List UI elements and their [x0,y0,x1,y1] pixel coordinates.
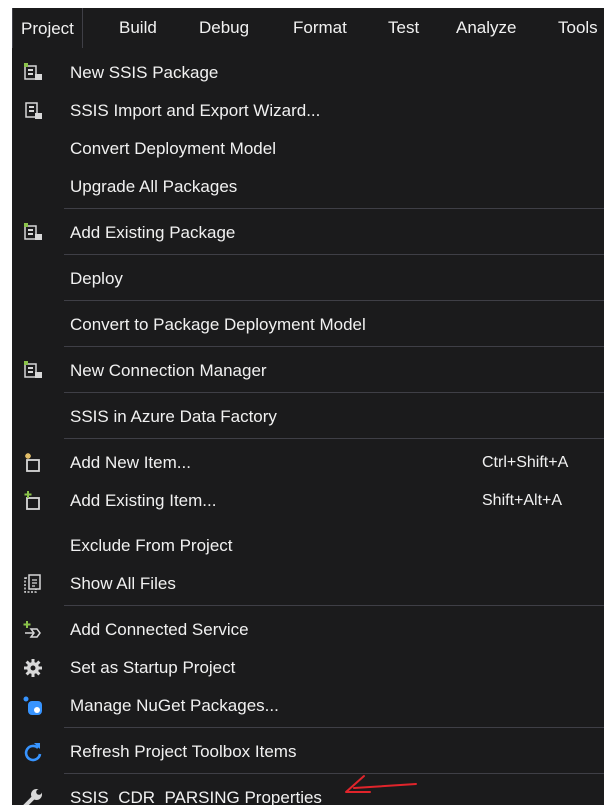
menu-item-label: Refresh Project Toolbox Items [70,742,297,761]
menu-item-deploy[interactable]: Deploy [12,262,604,296]
annotation-arrow [345,775,417,793]
menu-separator [64,208,604,209]
menu-item-new-connection-manager[interactable]: New Connection Manager [12,354,604,388]
menu-separator [64,254,604,255]
menu-separator [64,346,604,347]
menu-item-label: Manage NuGet Packages... [70,696,279,715]
menu-debug[interactable]: Debug [199,8,249,48]
show-all-files-icon [24,574,41,593]
menu-item-ssis-in-azure-data-factory[interactable]: SSIS in Azure Data Factory [12,400,604,434]
menu-item-label: SSIS in Azure Data Factory [70,407,277,426]
menu-item-label: Set as Startup Project [70,658,236,677]
menu-separator [64,392,604,393]
menu-item-add-existing-package[interactable]: Add Existing Package [12,216,604,250]
connection-manager-icon [24,361,42,378]
ssis-package-icon [24,63,42,80]
visual-studio-window: Project Build Debug Format Test Analyze … [12,8,604,805]
menu-item-label: SSIS_CDR_PARSING Properties [70,788,322,805]
nuget-icon [23,696,42,715]
menu-separator [64,605,604,606]
menu-item-convert-to-package-deployment-model[interactable]: Convert to Package Deployment Model [12,308,604,342]
menu-separator [64,438,604,439]
menu-item-manage-nuget-packages[interactable]: Manage NuGet Packages... [12,689,604,723]
menu-separator [64,727,604,728]
menu-item-shortcut: Ctrl+Shift+A [482,454,569,471]
menu-item-label: SSIS Import and Export Wizard... [70,101,321,120]
menu-item-convert-deployment-model[interactable]: Convert Deployment Model [12,132,604,166]
menu-item-exclude-from-project[interactable]: Exclude From Project [12,529,604,563]
menu-item-label: Deploy [70,269,123,288]
menu-item-add-existing-item[interactable]: Add Existing Item... Shift+Alt+A [12,484,604,518]
menu-item-label: New SSIS Package [70,63,219,82]
menu-tools[interactable]: Tools [558,8,598,48]
menu-item-label: New Connection Manager [70,361,267,380]
menu-item-label: Exclude From Project [70,536,233,555]
menu-item-label: Add Existing Package [70,223,236,242]
menu-item-project-properties[interactable]: SSIS_CDR_PARSING Properties [12,781,604,805]
wrench-icon [23,789,42,805]
menu-item-add-new-item[interactable]: Add New Item... Ctrl+Shift+A [12,446,604,480]
menu-item-label: Add New Item... [70,453,191,472]
menu-separator [64,300,604,301]
menu-item-refresh-project-toolbox-items[interactable]: Refresh Project Toolbox Items [12,735,604,769]
connected-service-icon [23,621,41,638]
menu-item-new-ssis-package[interactable]: New SSIS Package [12,56,604,90]
menu-item-upgrade-all-packages[interactable]: Upgrade All Packages [12,170,604,204]
menu-item-set-as-startup-project[interactable]: Set as Startup Project [12,651,604,685]
menu-item-label: Convert to Package Deployment Model [70,315,366,334]
menu-item-ssis-import-export-wizard[interactable]: SSIS Import and Export Wizard... [12,94,604,128]
menu-analyze[interactable]: Analyze [456,8,516,48]
menu-item-add-connected-service[interactable]: Add Connected Service [12,613,604,647]
menu-format[interactable]: Format [293,8,347,48]
menu-item-label: Show All Files [70,574,176,593]
project-menu-dropdown: New SSIS Package SSIS Import and Export … [12,48,604,805]
menu-item-label: Upgrade All Packages [70,177,238,196]
gear-icon [24,659,42,677]
ssis-wizard-icon [25,102,42,119]
menu-project[interactable]: Project [12,8,83,49]
menu-item-label: Add Connected Service [70,620,249,639]
refresh-icon [24,743,42,762]
menu-item-shortcut: Shift+Alt+A [482,492,563,509]
add-new-item-icon [25,453,40,472]
menu-build[interactable]: Build [119,8,157,48]
menu-separator [64,773,604,774]
menu-item-label: Convert Deployment Model [70,139,276,158]
ssis-package-icon [24,223,42,240]
menu-item-label: Add Existing Item... [70,491,217,510]
menu-bar: Project Build Debug Format Test Analyze … [12,8,604,49]
menu-test[interactable]: Test [388,8,419,48]
menu-item-show-all-files[interactable]: Show All Files [12,567,604,601]
add-existing-item-icon [24,491,40,510]
